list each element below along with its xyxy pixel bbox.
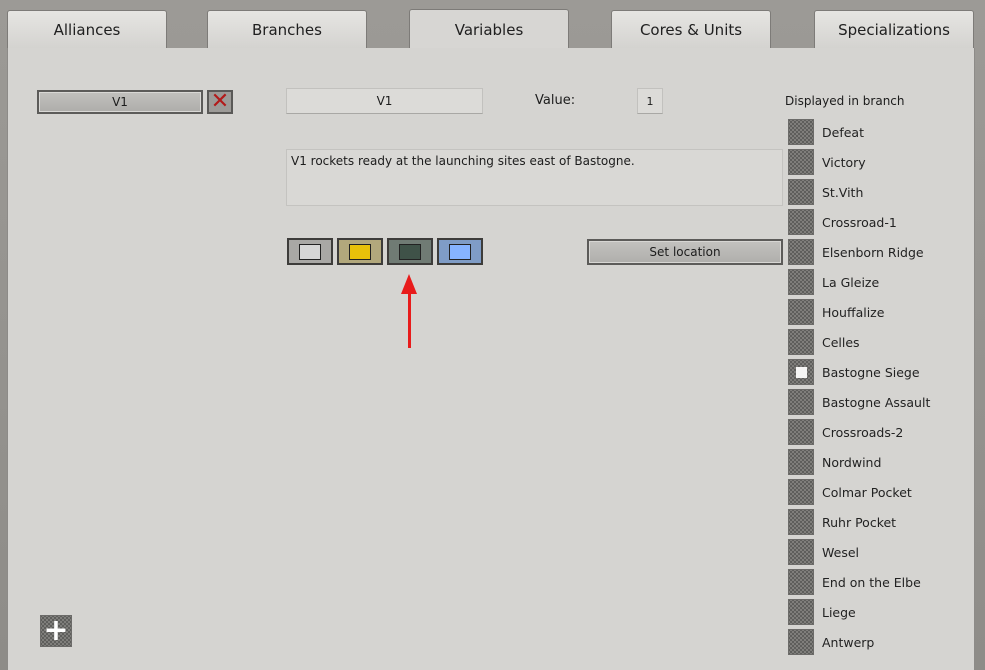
branch-label: Defeat (822, 124, 864, 140)
branch-checkbox[interactable] (788, 479, 814, 505)
branch-label: Houffalize (822, 304, 885, 320)
branch-label: Liege (822, 604, 856, 620)
set-location-button[interactable]: Set location (587, 239, 783, 265)
color-swatch-dark-green[interactable] (387, 238, 433, 265)
branch-checkbox[interactable] (788, 239, 814, 265)
tab-variables[interactable]: Variables (409, 9, 569, 49)
color-chip (449, 243, 471, 260)
close-x-icon: ✕ (210, 89, 230, 114)
branch-row[interactable]: Liege (788, 599, 856, 625)
branch-label: Crossroads-2 (822, 424, 904, 440)
checkbox-mark (795, 366, 807, 378)
branch-checkbox[interactable] (788, 389, 814, 415)
branch-checkbox[interactable] (788, 179, 814, 205)
branch-checkbox[interactable] (788, 329, 814, 355)
branch-label: Wesel (822, 544, 859, 560)
branch-checkbox[interactable] (788, 629, 814, 655)
branch-row[interactable]: Elsenborn Ridge (788, 239, 924, 265)
branch-label: Colmar Pocket (822, 484, 912, 500)
branch-label: Elsenborn Ridge (822, 244, 924, 260)
variable-name-field[interactable]: V1 (286, 88, 483, 114)
branch-label: Nordwind (822, 454, 882, 470)
branch-label: La Gleize (822, 274, 880, 290)
branch-checkbox[interactable] (788, 539, 814, 565)
branch-row[interactable]: Crossroad-1 (788, 209, 897, 235)
branch-checkbox[interactable] (788, 359, 814, 385)
branch-row[interactable]: Victory (788, 149, 866, 175)
branch-checkbox[interactable] (788, 149, 814, 175)
branch-row[interactable]: Crossroads-2 (788, 419, 903, 445)
color-chip (399, 243, 421, 260)
branches-heading: Displayed in branch (785, 94, 905, 108)
branch-row[interactable]: Bastogne Siege (788, 359, 920, 385)
branch-label: Ruhr Pocket (822, 514, 897, 530)
branch-label: Antwerp (822, 634, 875, 650)
tab-branches[interactable]: Branches (207, 10, 367, 48)
branch-label: Victory (822, 154, 866, 170)
branch-checkbox[interactable] (788, 209, 814, 235)
add-variable-button[interactable]: + (40, 615, 72, 647)
color-chip (299, 243, 321, 260)
branch-label: Celles (822, 334, 860, 350)
branch-label: St.Vith (822, 184, 864, 200)
red-arrow-shaft (408, 292, 411, 348)
color-swatch-yellow[interactable] (337, 238, 383, 265)
branch-row[interactable]: Defeat (788, 119, 864, 145)
plus-icon: + (43, 613, 69, 648)
branch-checkbox[interactable] (788, 569, 814, 595)
branch-checkbox[interactable] (788, 269, 814, 295)
branch-row[interactable]: Nordwind (788, 449, 881, 475)
branch-row[interactable]: St.Vith (788, 179, 863, 205)
branch-label: Bastogne Assault (822, 394, 931, 410)
variable-list-item[interactable]: V1 (37, 90, 203, 114)
branch-checkbox[interactable] (788, 299, 814, 325)
tab-alliances[interactable]: Alliances (7, 10, 167, 48)
color-swatch-light-blue[interactable] (437, 238, 483, 265)
branch-label: End on the Elbe (822, 574, 921, 590)
value-label: Value: (535, 93, 576, 108)
variable-description-field[interactable]: V1 rockets ready at the launching sites … (286, 149, 783, 206)
branch-checkbox[interactable] (788, 449, 814, 475)
branch-row[interactable]: Wesel (788, 539, 859, 565)
branch-label: Crossroad-1 (822, 214, 897, 230)
branch-checkbox[interactable] (788, 509, 814, 535)
branch-row[interactable]: Ruhr Pocket (788, 509, 896, 535)
branch-row[interactable]: Houffalize (788, 299, 884, 325)
tab-specializations[interactable]: Specializations (814, 10, 974, 48)
branch-row[interactable]: End on the Elbe (788, 569, 921, 595)
branch-row[interactable]: Bastogne Assault (788, 389, 930, 415)
branch-row[interactable]: La Gleize (788, 269, 879, 295)
branch-checkbox[interactable] (788, 119, 814, 145)
branch-row[interactable]: Colmar Pocket (788, 479, 912, 505)
branch-row[interactable]: Antwerp (788, 629, 874, 655)
branch-row[interactable]: Celles (788, 329, 860, 355)
branch-checkbox[interactable] (788, 419, 814, 445)
color-swatch-light-gray[interactable] (287, 238, 333, 265)
branch-label: Bastogne Siege (822, 364, 920, 380)
delete-variable-button[interactable]: ✕ (207, 90, 233, 114)
tab-cores-units[interactable]: Cores & Units (611, 10, 771, 48)
branch-checkbox[interactable] (788, 599, 814, 625)
red-arrow-up-icon (401, 274, 417, 294)
variable-value-field[interactable]: 1 (637, 88, 663, 114)
color-chip (349, 243, 371, 260)
